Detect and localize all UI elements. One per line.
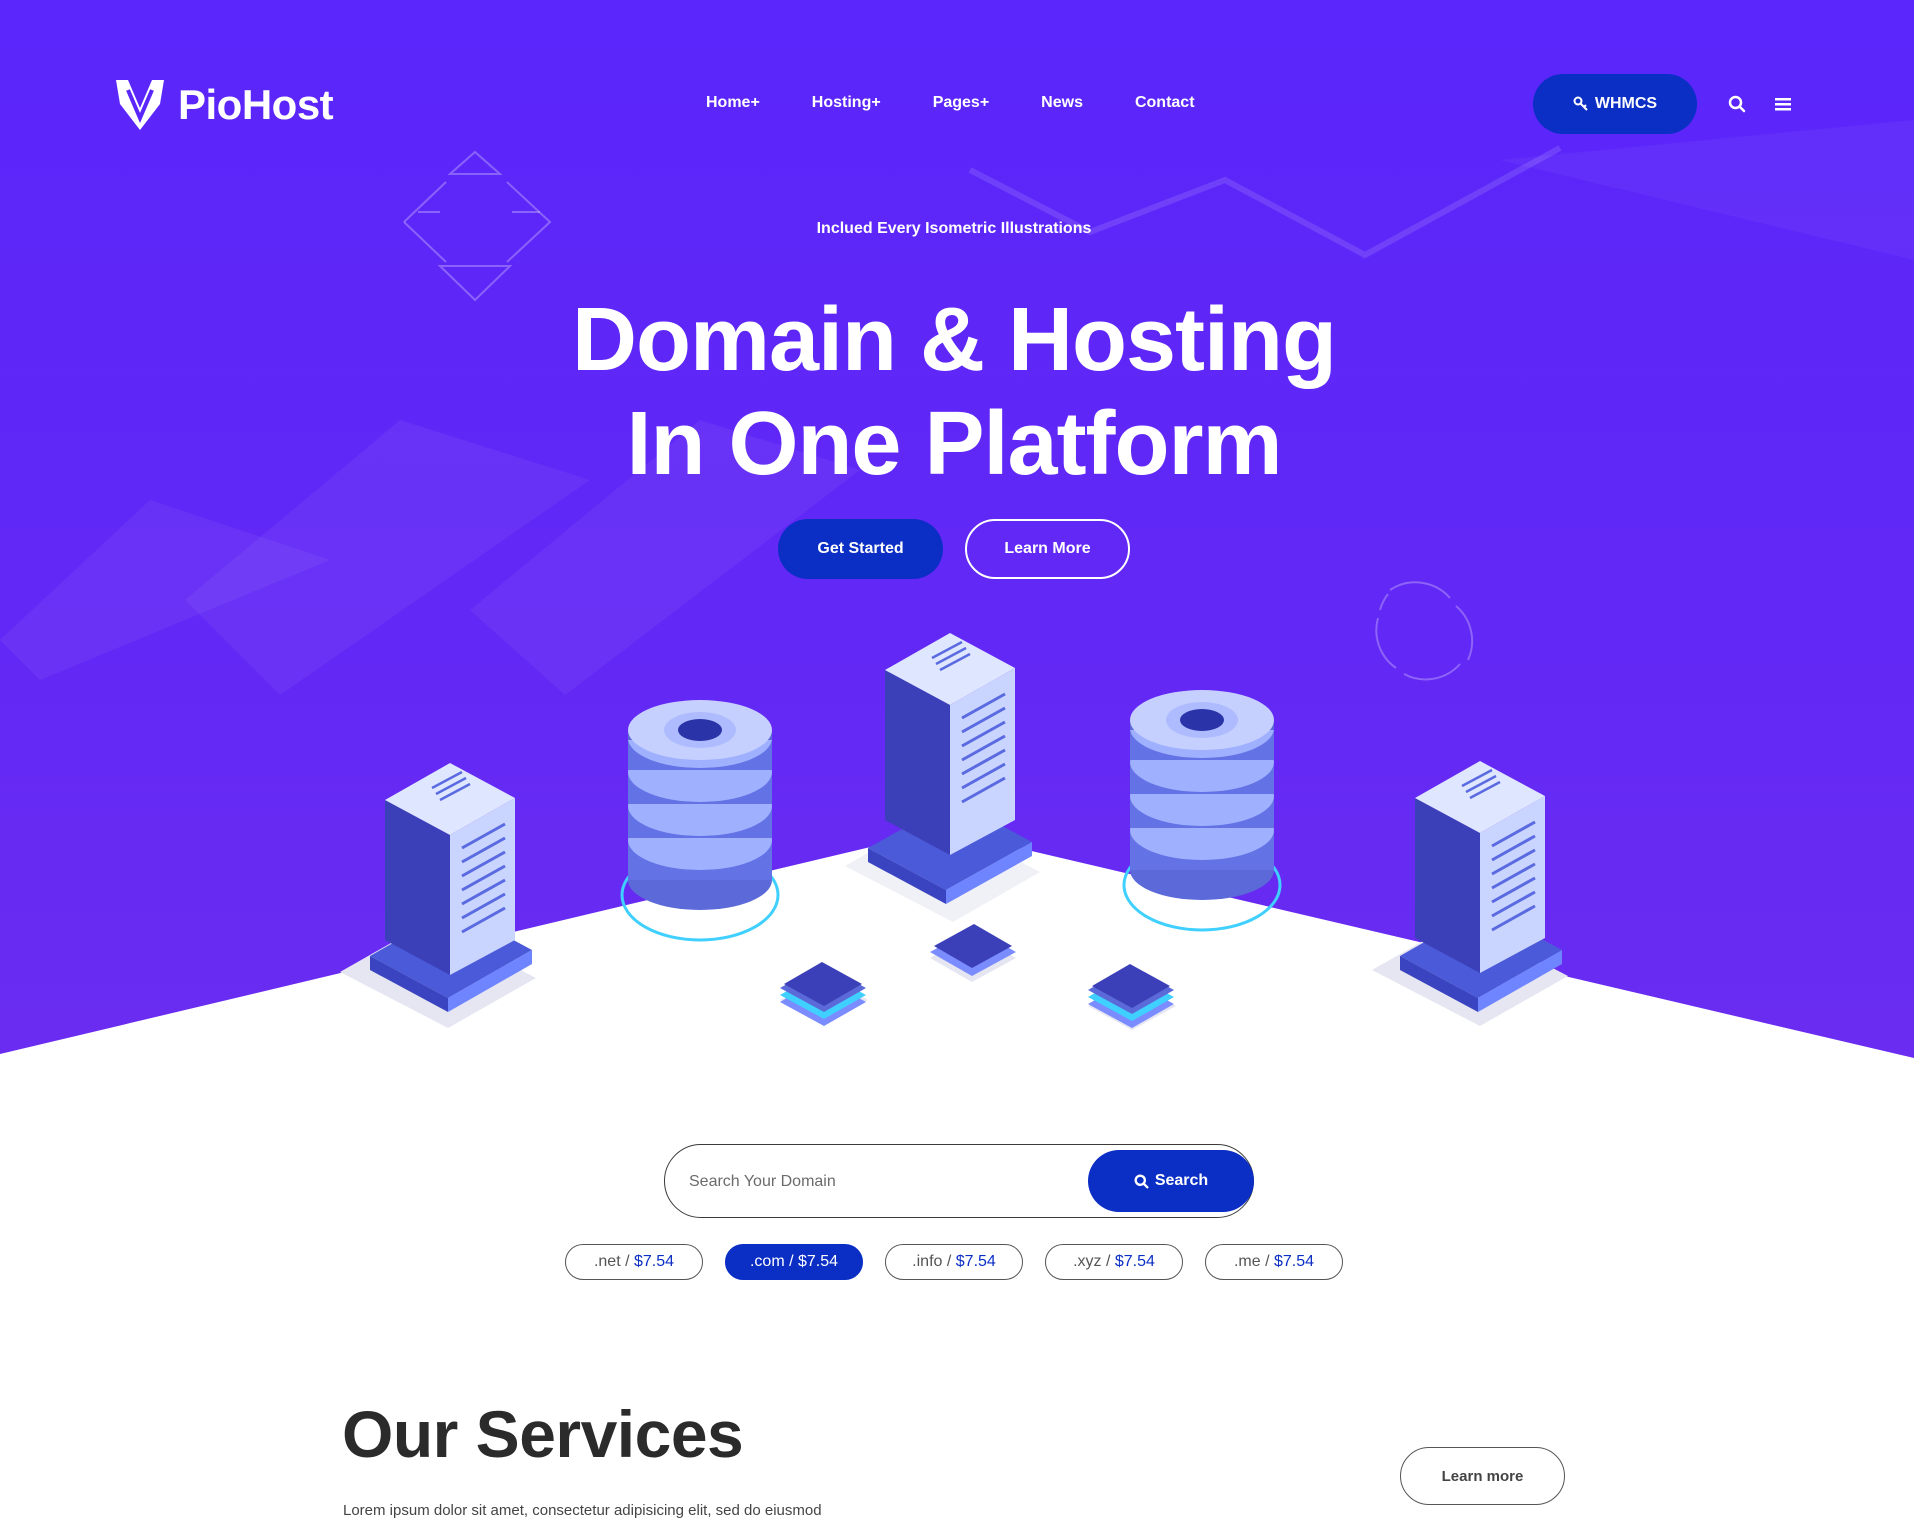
tld-price: $7.54: [797, 1253, 839, 1270]
services-learn-more-button[interactable]: Learn more: [1400, 1447, 1565, 1505]
tld-ext: .net /: [593, 1253, 630, 1270]
tld-price: $7.54: [1273, 1253, 1315, 1270]
domain-search-bar: Search: [664, 1144, 1254, 1218]
logo-icon: [116, 80, 164, 130]
tld-price: $7.54: [955, 1253, 996, 1270]
nav-item-hosting[interactable]: Hosting+: [812, 94, 881, 112]
tld-xyz[interactable]: .xyz / $7.54: [1045, 1244, 1183, 1280]
tld-ext: .me /: [1233, 1253, 1270, 1270]
whmcs-label: WHMCS: [1594, 95, 1658, 112]
hero-title-line-2: In One Platform: [626, 394, 1282, 494]
tld-ext: .info /: [912, 1253, 952, 1270]
domain-search-button[interactable]: Search: [1088, 1150, 1254, 1212]
key-icon: [1573, 96, 1588, 111]
tld-net[interactable]: .net / $7.54: [565, 1244, 703, 1280]
nav-item-pages[interactable]: Pages+: [933, 94, 989, 112]
tld-ext: .com /: [749, 1253, 794, 1270]
hero-section: PioHost Home+ Hosting+ Pages+ News Conta…: [0, 0, 1914, 1060]
get-started-button[interactable]: Get Started: [778, 519, 943, 579]
domain-search-input[interactable]: [689, 1165, 1069, 1199]
services-description: Lorem ipsum dolor sit amet, consectetur …: [343, 1502, 822, 1519]
tld-price-list: .net / $7.54 .com / $7.54 .info / $7.54 …: [565, 1244, 1343, 1280]
nav-item-news[interactable]: News: [1041, 94, 1083, 112]
brand-logo[interactable]: PioHost: [114, 78, 334, 132]
nav-item-home[interactable]: Home+: [706, 94, 760, 112]
services-title: Our Services: [342, 1397, 744, 1471]
hero-background-shapes: [0, 120, 1914, 1060]
nav-item-contact[interactable]: Contact: [1135, 94, 1195, 112]
tld-ext: .xyz /: [1073, 1253, 1111, 1270]
hero-eyebrow: Inclued Every Isometric Illustrations: [816, 220, 1092, 237]
search-icon: [1134, 1174, 1149, 1188]
menu-icon[interactable]: [1771, 92, 1795, 116]
tld-com[interactable]: .com / $7.54: [725, 1244, 863, 1280]
learn-more-button[interactable]: Learn More: [965, 519, 1130, 579]
hero-title: Domain & Hosting In One Platform: [0, 288, 1908, 496]
search-button-label: Search: [1154, 1172, 1209, 1189]
tld-info[interactable]: .info / $7.54: [885, 1244, 1023, 1280]
tld-price: $7.54: [633, 1253, 675, 1270]
tld-me[interactable]: .me / $7.54: [1205, 1244, 1343, 1280]
main-nav: Home+ Hosting+ Pages+ News Contact: [706, 94, 1195, 112]
brand-name: PioHost: [178, 81, 334, 128]
server-tower-center: [845, 633, 1040, 922]
whmcs-button[interactable]: WHMCS: [1533, 74, 1697, 134]
tld-price: $7.54: [1114, 1253, 1155, 1270]
hero-title-line-1: Domain & Hosting: [572, 290, 1337, 390]
search-icon[interactable]: [1725, 92, 1749, 116]
